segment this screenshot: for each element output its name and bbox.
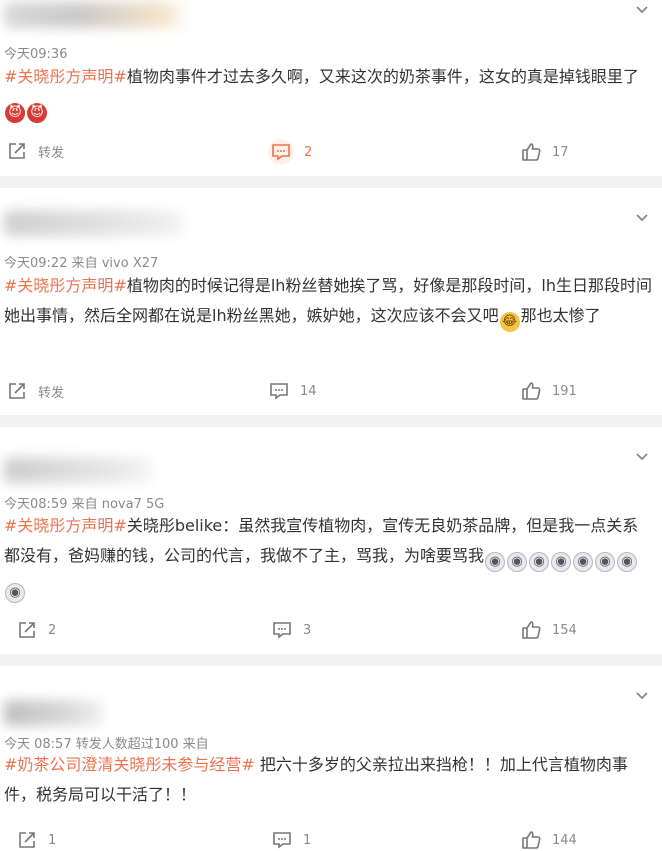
like-button[interactable]: 191 [520,380,577,402]
devil-emoji-icon: 😈 [5,103,25,123]
comment-button[interactable]: 2 [268,139,312,165]
like-button[interactable]: 154 [520,619,577,641]
like-icon [522,621,541,639]
like-icon [522,382,541,400]
like-button[interactable]: 144 [520,829,577,851]
post-time: 今天09:22 来自 vivo X27 [4,256,159,271]
comment-count: 14 [300,383,317,399]
dizzy-emoji-icon: ◉ [485,552,506,572]
post-card: 今天 08:57 转发人数超过100 来自 #奶茶公司澄清关晓彤未参与经营# 把… [0,666,662,849]
like-button[interactable]: 17 [520,141,569,163]
post-card: 今天08:59 来自 nova7 5G #关晓彤方声明#关晓彤belike：虽然… [0,427,662,654]
post-content: 植物肉事件才过去多久啊，又来这次的奶茶事件，这女的真是掉钱眼里了 [126,67,639,86]
username-blurred [4,700,104,726]
chevron-down-icon[interactable] [634,2,650,18]
repost-icon [19,832,35,848]
like-count: 17 [552,144,569,160]
hashtag-link[interactable]: #关晓彤方声明# [4,276,127,295]
username-blurred [4,2,190,28]
post-text: #关晓彤方声明#关晓彤belike：虽然我宣传植物肉，宣传无良奶茶品牌，但是我一… [4,511,654,603]
comment-icon [270,383,288,400]
comment-icon [273,622,291,639]
comment-icon [273,832,291,849]
post-card: 今天09:22 来自 vivo X27 #关晓彤方声明#植物肉的时候记得是lh粉… [0,188,662,415]
repost-button[interactable]: 2 [16,619,56,641]
comment-icon [272,144,290,161]
hashtag-link[interactable]: #关晓彤方声明# [4,516,127,535]
repost-count: 2 [48,622,57,638]
post-text: #关晓彤方声明#植物肉的时候记得是lh粉丝替她挨了骂，好像是那段时间，lh生日那… [4,271,654,332]
laugh-cry-emoji-icon: 😂 [499,312,520,332]
like-count: 191 [552,383,577,399]
like-icon [522,831,541,849]
repost-label: 转发 [38,385,65,401]
like-count: 154 [552,622,577,638]
repost-label: 转发 [38,145,65,161]
dizzy-emoji-icon: ◉ [5,583,25,603]
post-content-end: 那也太惨了 [520,306,601,325]
repost-button[interactable]: 1 [16,829,56,851]
dizzy-emoji-icon: ◉ [617,552,638,572]
hashtag-link[interactable]: #奶茶公司澄清关晓彤未参与经营# [4,755,255,774]
separator [0,654,662,666]
dizzy-emoji-icon: ◉ [595,552,616,572]
username-blurred [4,457,154,483]
repost-icon [19,622,35,638]
username-blurred [4,210,184,236]
dizzy-emoji-icon: ◉ [551,552,572,572]
comment-highlight [268,139,294,165]
comment-count: 3 [303,622,312,638]
post-text: #奶茶公司澄清关晓彤未参与经营# 把六十多岁的父亲拉出来挡枪！！加上代言植物肉事… [4,750,654,810]
post-time: 今天08:59 来自 nova7 5G [4,497,165,512]
devil-emoji-icon: 😈 [27,103,47,123]
chevron-down-icon[interactable] [634,449,650,465]
comment-button[interactable]: 1 [271,829,311,851]
dizzy-emoji-icon: ◉ [507,552,528,572]
repost-button[interactable]: 转发 [6,380,64,402]
repost-button[interactable]: 转发 [6,140,64,162]
chevron-down-icon[interactable] [634,210,650,226]
comment-button[interactable]: 14 [268,380,317,402]
like-icon [522,143,541,161]
dizzy-emoji-icon: ◉ [573,552,594,572]
separator [0,176,662,188]
comment-count: 1 [303,832,312,848]
repost-icon [9,143,25,159]
repost-count: 1 [48,832,57,848]
chevron-down-icon[interactable] [634,688,650,704]
hashtag-link[interactable]: #关晓彤方声明# [4,67,127,86]
post-time: 今天09:36 [4,47,68,62]
dizzy-emoji-icon: ◉ [529,552,550,572]
post-text: #关晓彤方声明#植物肉事件才过去多久啊，又来这次的奶茶事件，这女的真是掉钱眼里了… [4,62,654,123]
repost-icon [9,383,25,399]
post-card: 今天09:36 #关晓彤方声明#植物肉事件才过去多久啊，又来这次的奶茶事件，这女… [0,0,662,176]
like-count: 144 [552,832,577,848]
separator [0,415,662,427]
comment-button[interactable]: 3 [271,619,311,641]
comment-count: 2 [304,144,313,160]
